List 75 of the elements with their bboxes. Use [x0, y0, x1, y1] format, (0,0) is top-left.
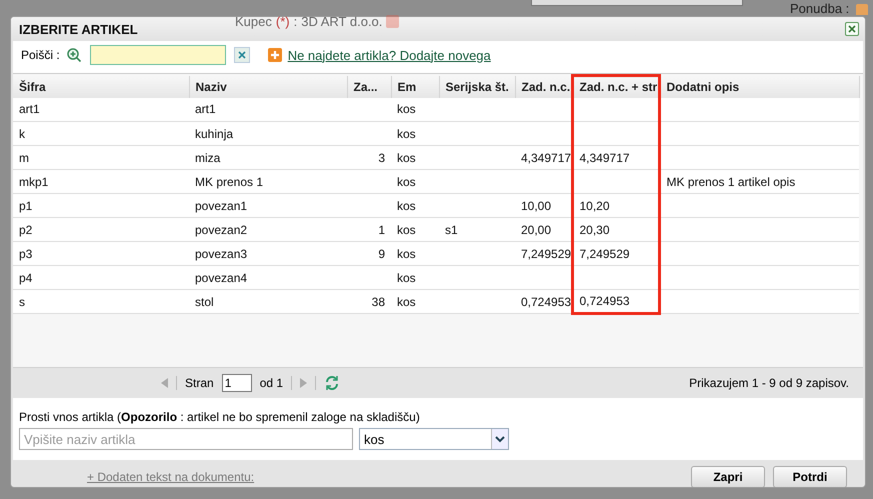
- table-cell: MK prenos 1: [189, 170, 347, 194]
- dialog-title: IZBERITE ARTIKEL: [19, 22, 138, 36]
- search-field[interactable]: [90, 45, 226, 65]
- unit-dropdown[interactable]: kos: [359, 428, 509, 450]
- column-header[interactable]: Šifra: [13, 76, 189, 98]
- customer-label: Kupec: [235, 14, 272, 29]
- table-cell: kos: [391, 170, 439, 194]
- required-mark: (*): [276, 14, 290, 29]
- zoom-in-icon[interactable]: [66, 47, 82, 63]
- page-count: od 1: [260, 376, 284, 390]
- page-label: Stran: [185, 376, 214, 390]
- table-cell: MK prenos 1 artikel opis: [659, 170, 859, 194]
- column-header[interactable]: Zad. n.c.: [515, 76, 572, 98]
- customer-value: 3D ART d.o.o.: [301, 14, 382, 29]
- table-cell: 20,30: [572, 218, 659, 242]
- offer-label: Ponudba :: [790, 1, 850, 16]
- table-cell: 10,20: [572, 194, 659, 218]
- table-cell: p2: [13, 218, 189, 242]
- table-cell: stol: [189, 290, 347, 314]
- column-header[interactable]: Za...: [347, 76, 391, 98]
- table-cell: miza: [189, 146, 347, 170]
- table-cell: 1: [347, 218, 391, 242]
- table-cell: art1: [13, 98, 189, 122]
- column-header[interactable]: Em: [391, 76, 439, 98]
- column-header[interactable]: Naziv: [189, 76, 347, 98]
- table-cell: kos: [391, 146, 439, 170]
- table-cell: kos: [391, 194, 439, 218]
- table-cell: 3: [347, 146, 391, 170]
- table-cell: povezan1: [189, 194, 347, 218]
- table-cell: 10,00: [515, 194, 572, 218]
- table-cell: 9: [347, 242, 391, 266]
- page-field[interactable]: 1: [222, 374, 252, 392]
- column-header[interactable]: Dodatni opis: [659, 76, 859, 98]
- dialog-button[interactable]: Zapri: [691, 466, 765, 487]
- table-cell: s1: [439, 218, 515, 242]
- table-cell: kos: [391, 266, 439, 290]
- table-cell: kuhinja: [189, 122, 347, 146]
- column-header[interactable]: Zad. n.c. + str: [572, 76, 659, 98]
- table-cell: art1: [189, 98, 347, 122]
- search-label: Poišči :: [21, 48, 60, 62]
- table-cell: s: [13, 290, 189, 314]
- table-cell: 0,724953: [572, 290, 659, 314]
- add-article-link[interactable]: Ne najdete artikla? Dodajte novega: [288, 48, 491, 62]
- table-cell: kos: [391, 242, 439, 266]
- table-cell: kos: [391, 122, 439, 146]
- table-cell: povezan2: [189, 218, 347, 242]
- table-cell: kos: [391, 218, 439, 242]
- table-cell: p1: [13, 194, 189, 218]
- table-cell: povezan4: [189, 266, 347, 290]
- records-summary: Prikazujem 1 - 9 od 9 zapisov.: [689, 376, 849, 390]
- table-cell: 4,349717: [515, 146, 572, 170]
- refresh-icon[interactable]: [324, 375, 340, 391]
- table-cell: p3: [13, 242, 189, 266]
- table-cell: mkp1: [13, 170, 189, 194]
- table-cell: p4: [13, 266, 189, 290]
- entry-caption: Prosti vnos artikla (Opozorilo : artikel ne bo spremenil zaloge na skladišču): [19, 410, 421, 424]
- table-cell: kos: [391, 290, 439, 314]
- previous-page-icon[interactable]: [161, 378, 168, 388]
- article-name-field[interactable]: Vpišite naziv artikla: [19, 428, 353, 450]
- separator-text: :: [294, 14, 298, 29]
- table-cell: m: [13, 146, 189, 170]
- table-cell: 7,249529: [572, 242, 659, 266]
- table-cell: 4,349717: [572, 146, 659, 170]
- table-cell: 38: [347, 290, 391, 314]
- chevron-icon: [495, 436, 505, 442]
- clear-icon[interactable]: [234, 47, 250, 63]
- table-cell: 7,249529: [515, 242, 572, 266]
- table-cell: kos: [391, 98, 439, 122]
- column-header[interactable]: Serijska št.: [439, 76, 515, 98]
- table-cell: 20,00: [515, 218, 572, 242]
- table-cell: povezan3: [189, 242, 347, 266]
- next-page-icon[interactable]: [300, 378, 308, 388]
- table-cell: 0,724953: [515, 290, 572, 314]
- dialog-button[interactable]: Potrdi: [773, 466, 847, 487]
- table-cell: k: [13, 122, 189, 146]
